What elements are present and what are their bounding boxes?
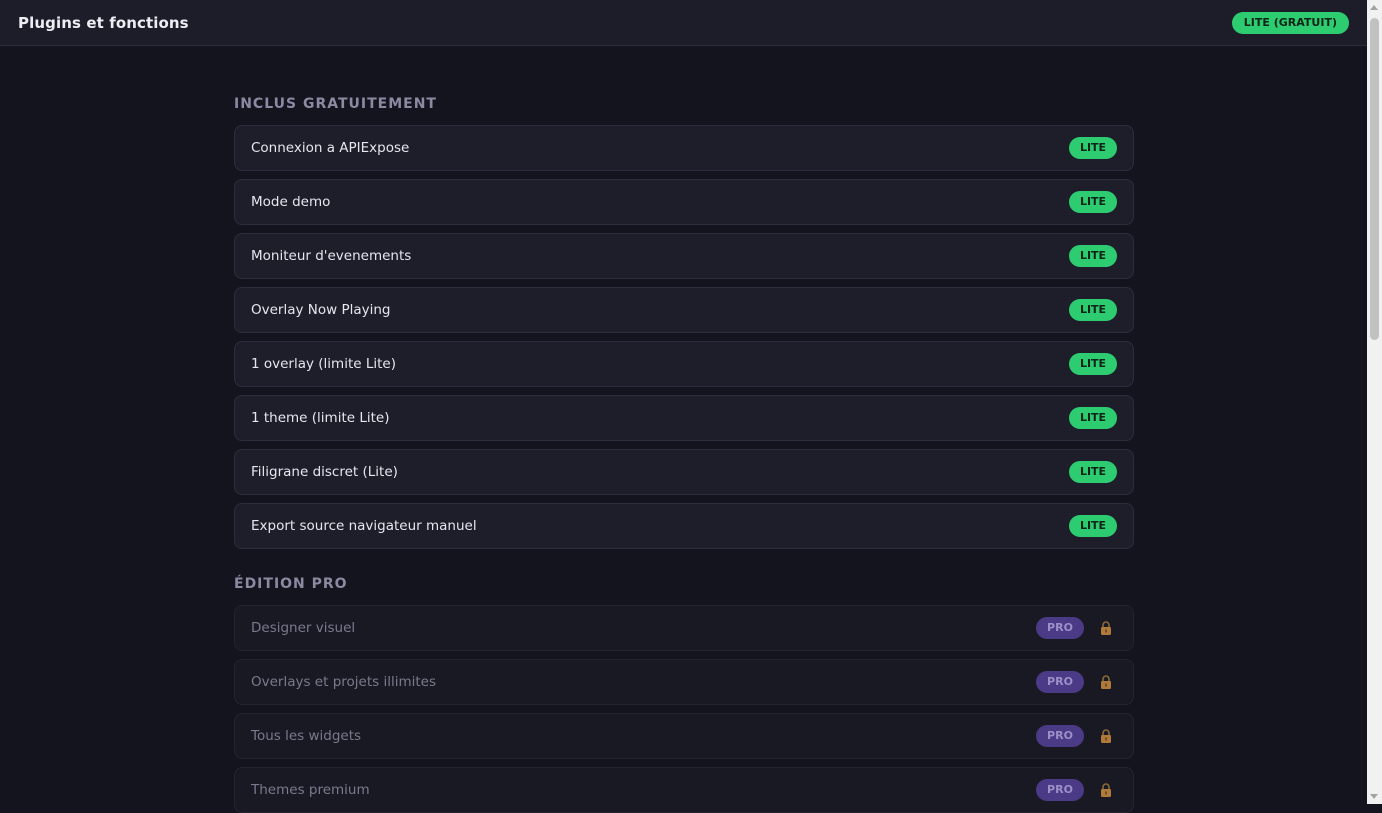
feature-label: Overlays et projets illimites <box>251 674 436 690</box>
lock-icon <box>1101 621 1111 635</box>
scroll-up-arrow-icon[interactable] <box>1370 5 1378 10</box>
pro-badge: PRO <box>1036 671 1084 693</box>
feature-row-locked[interactable]: Tous les widgets PRO <box>234 713 1134 759</box>
section-title-pro: ÉDITION PRO <box>234 576 348 592</box>
lite-badge: LITE <box>1069 299 1117 321</box>
feature-row[interactable]: Export source navigateur manuel LITE <box>234 503 1134 549</box>
feature-row[interactable]: 1 overlay (limite Lite) LITE <box>234 341 1134 387</box>
feature-label: Mode demo <box>251 194 331 210</box>
lock-icon <box>1101 783 1111 797</box>
app-header: Plugins et fonctions LITE (GRATUIT) <box>0 0 1367 46</box>
section-title-free: INCLUS GRATUITEMENT <box>234 96 437 112</box>
feature-label: Moniteur d'evenements <box>251 248 412 264</box>
feature-row[interactable]: Connexion a APIExpose LITE <box>234 125 1134 171</box>
lite-badge: LITE <box>1069 461 1117 483</box>
feature-row[interactable]: Filigrane discret (Lite) LITE <box>234 449 1134 495</box>
feature-row[interactable]: Overlay Now Playing LITE <box>234 287 1134 333</box>
feature-row-locked[interactable]: Themes premium PRO <box>234 767 1134 813</box>
feature-label: Themes premium <box>251 782 370 798</box>
scroll-thumb[interactable] <box>1370 18 1379 340</box>
feature-label: 1 theme (limite Lite) <box>251 410 390 426</box>
lite-badge: LITE <box>1069 245 1117 267</box>
lite-badge: LITE <box>1069 353 1117 375</box>
feature-label: Connexion a APIExpose <box>251 140 410 156</box>
pro-badge: PRO <box>1036 779 1084 801</box>
feature-label: Overlay Now Playing <box>251 302 391 318</box>
lite-badge: LITE <box>1069 191 1117 213</box>
pro-badge: PRO <box>1036 617 1084 639</box>
feature-row-locked[interactable]: Designer visuel PRO <box>234 605 1134 651</box>
lite-badge: LITE <box>1069 515 1117 537</box>
feature-label: Filigrane discret (Lite) <box>251 464 398 480</box>
tier-badge: LITE (GRATUIT) <box>1231 12 1349 34</box>
page-title: Plugins et fonctions <box>18 14 189 32</box>
feature-label: Export source navigateur manuel <box>251 518 477 534</box>
feature-label: Designer visuel <box>251 620 356 636</box>
lite-badge: LITE <box>1069 407 1117 429</box>
feature-label: 1 overlay (limite Lite) <box>251 356 396 372</box>
scroll-down-arrow-icon[interactable] <box>1370 794 1378 799</box>
feature-row[interactable]: Mode demo LITE <box>234 179 1134 225</box>
vertical-scrollbar[interactable] <box>1367 0 1382 804</box>
feature-row-locked[interactable]: Overlays et projets illimites PRO <box>234 659 1134 705</box>
feature-row[interactable]: 1 theme (limite Lite) LITE <box>234 395 1134 441</box>
pro-badge: PRO <box>1036 725 1084 747</box>
lock-icon <box>1101 675 1111 689</box>
lite-badge: LITE <box>1069 137 1117 159</box>
feature-row[interactable]: Moniteur d'evenements LITE <box>234 233 1134 279</box>
feature-label: Tous les widgets <box>251 728 362 744</box>
lock-icon <box>1101 729 1111 743</box>
